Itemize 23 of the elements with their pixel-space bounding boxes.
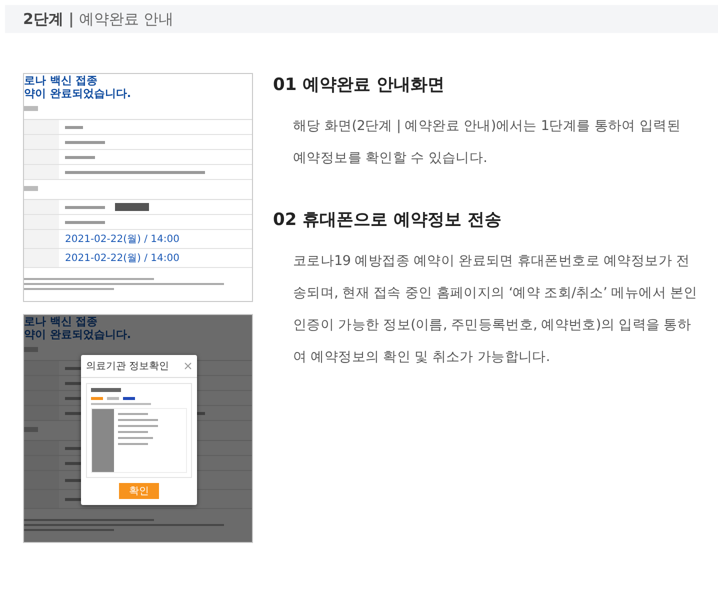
section-description: 코로나19 예방접종 예약이 완료되면 휴대폰번호로 예약정보가 전송되며, 현재 접속 중인 홈페이지의 ‘예약 조회/취소’ 메뉴에서 본인인증이 가능한 정보(이름, 주민등록번호, 예약번호)의 입력을 통하여 예약정보의 확인 및 취소가 가능합니다.: [293, 252, 698, 367]
popup-title: 의료기관 정보확인: [86, 360, 170, 373]
step-label: 2단계: [23, 10, 64, 28]
separator: |: [68, 10, 74, 28]
page-heading: 로나 백신 접종: [24, 74, 99, 87]
section-heading: 01 예약완료 안내화면: [273, 74, 446, 96]
page-heading: 약이 완료되었습니다.: [24, 87, 132, 100]
text-line-drawing: [65, 206, 105, 208]
section-heading: 02 휴대폰으로 예약정보 전송: [273, 209, 502, 231]
section-label-drawing: [24, 347, 38, 352]
confirm-button[interactable]: 확인: [119, 483, 159, 499]
close-icon[interactable]: [184, 362, 192, 370]
page-heading: 약이 완료되었습니다.: [24, 328, 132, 341]
vaccination-date: 2021-02-22(월) / 14:00: [65, 252, 180, 265]
text-line-drawing: [65, 220, 105, 224]
page-heading: 로나 백신 접종: [24, 315, 99, 328]
section-label-drawing: [24, 427, 38, 432]
section-label-drawing: [24, 186, 38, 191]
section-description: 해당 화면(2단계 | 예약완료 안내)에서는 1단계를 통하여 입력된 예약정보를 확인할 수 있습니다.: [293, 117, 682, 168]
section-label-drawing: [24, 106, 38, 111]
mock-button-drawing: [115, 203, 149, 211]
step-title: 예약완료 안내: [78, 10, 174, 28]
vaccination-date: 2021-02-22(월) / 14:00: [65, 233, 180, 246]
